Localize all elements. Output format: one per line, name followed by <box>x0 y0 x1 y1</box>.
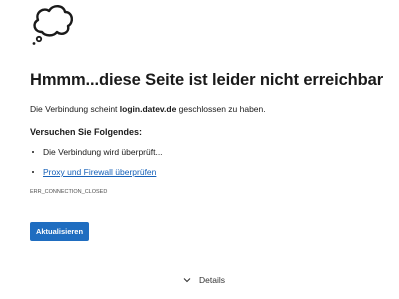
description-after: geschlossen zu haben. <box>176 104 266 114</box>
reload-button[interactable]: Aktualisieren <box>30 222 89 241</box>
thought-cloud-icon <box>32 5 73 45</box>
suggestions-list: Die Verbindung wird überprüft... Proxy u… <box>30 146 163 186</box>
error-code: ERR_CONNECTION_CLOSED <box>30 189 108 195</box>
proxy-firewall-link[interactable]: Proxy und Firewall überprüfen <box>43 167 156 177</box>
details-label: Details <box>199 275 225 285</box>
suggestion-check-proxy-firewall[interactable]: Proxy und Firewall überprüfen <box>30 166 163 186</box>
host-name: login.datev.de <box>119 104 177 114</box>
chevron-down-icon <box>183 278 191 283</box>
details-toggle[interactable]: Details <box>183 274 225 286</box>
suggestions-heading: Versuchen Sie Folgendes: <box>30 127 143 137</box>
description-before: Die Verbindung scheint <box>30 104 120 114</box>
suggestion-check-connection: Die Verbindung wird überprüft... <box>30 146 163 166</box>
error-description: Die Verbindung scheint login.datev.de ge… <box>30 104 266 114</box>
page-title: Hmmm...diese Seite ist leider nicht erre… <box>30 71 384 89</box>
